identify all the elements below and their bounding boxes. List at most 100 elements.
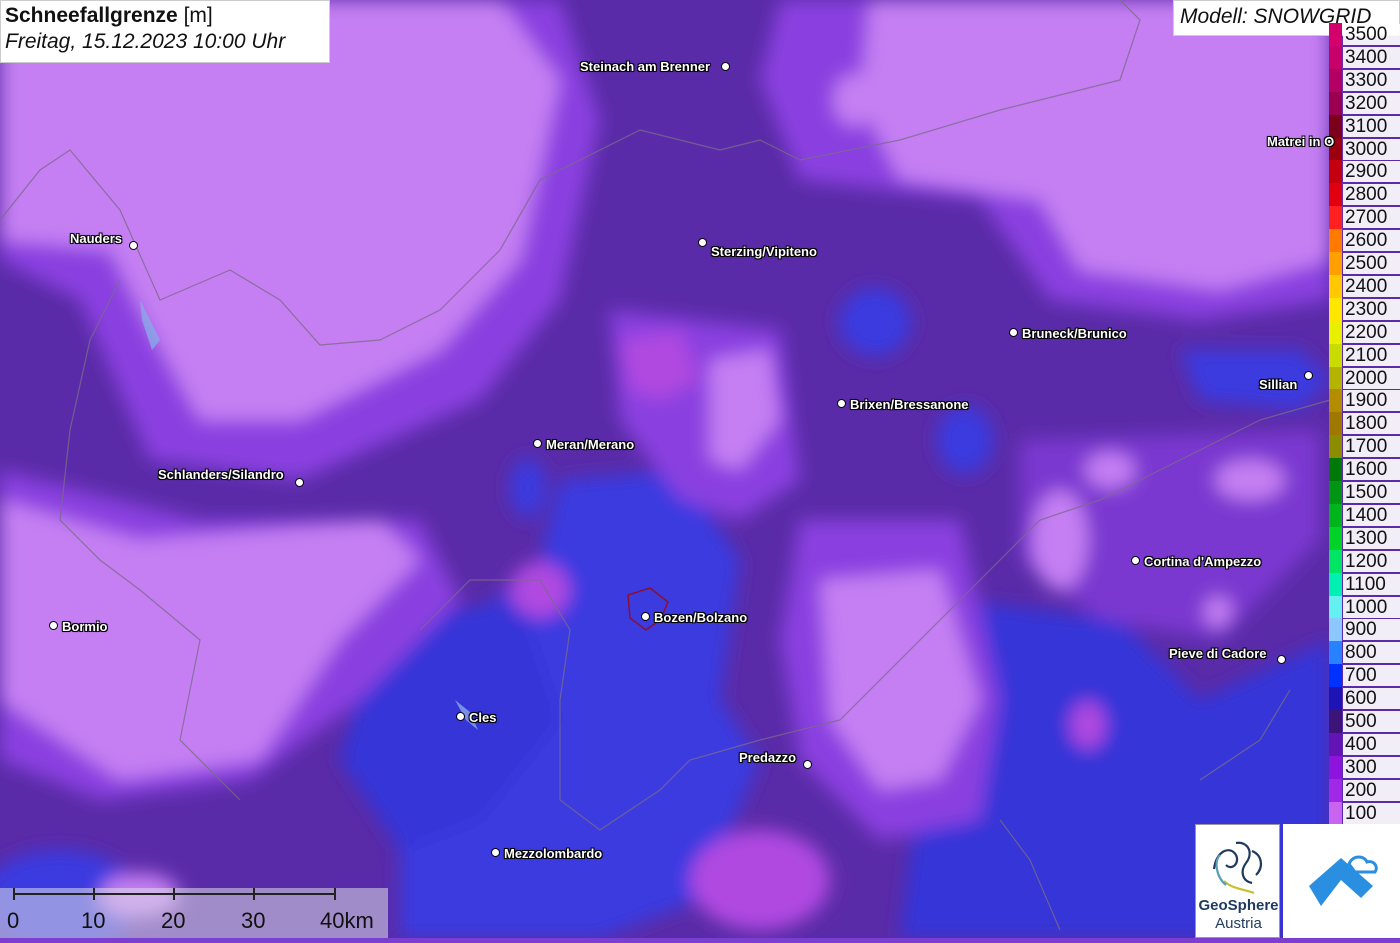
legend-label: 3300 — [1343, 69, 1400, 91]
legend-row: 1100 — [1329, 572, 1400, 596]
legend-swatch — [1329, 458, 1342, 482]
legend-label: 1400 — [1343, 504, 1400, 526]
legend-row: 3000 — [1329, 137, 1400, 161]
legend-row: 2700 — [1329, 206, 1400, 230]
legend-row: 500 — [1329, 710, 1400, 733]
city-marker[interactable] — [698, 238, 707, 247]
legend-swatch — [1329, 23, 1342, 46]
legend-swatch — [1329, 503, 1342, 527]
city-marker[interactable] — [129, 241, 138, 250]
legend-swatch — [1329, 618, 1342, 642]
city-label: Nauders — [70, 231, 123, 246]
legend-row: 2200 — [1329, 320, 1400, 344]
map-title: Schneefallgrenze [m] — [5, 4, 213, 27]
legend-label: 3400 — [1343, 46, 1400, 68]
city-label: Predazzo — [739, 750, 797, 765]
legend-row: 900 — [1329, 618, 1400, 642]
city-marker[interactable] — [721, 62, 730, 71]
legend-label: 1000 — [1343, 596, 1400, 618]
city-marker[interactable] — [641, 612, 650, 621]
city-label: Meran/Merano — [546, 437, 635, 452]
city-label: Pieve di Cadore — [1169, 646, 1267, 661]
legend-label: 300 — [1343, 756, 1400, 778]
city-marker[interactable] — [1277, 655, 1286, 664]
legend-row: 3500 — [1329, 23, 1400, 46]
legend-swatch — [1329, 755, 1342, 779]
legend-swatch — [1329, 572, 1342, 596]
city-marker[interactable] — [803, 760, 812, 769]
snowgrid-logo[interactable] — [1283, 824, 1400, 938]
legend-label: 2700 — [1343, 207, 1400, 229]
legend-row: 3100 — [1329, 114, 1400, 138]
legend-row: 1400 — [1329, 503, 1400, 527]
legend-label: 600 — [1343, 688, 1400, 710]
legend-swatch — [1329, 91, 1342, 115]
legend-row: 2300 — [1329, 297, 1400, 321]
legend-swatch — [1329, 45, 1342, 69]
city-label: Sillian — [1259, 377, 1298, 392]
legend-row: 700 — [1329, 664, 1400, 688]
legend-label: 3100 — [1343, 115, 1400, 137]
legend-row: 2000 — [1329, 366, 1400, 390]
arrow-cloud-icon — [1309, 855, 1378, 906]
legend-row: 300 — [1329, 755, 1400, 779]
legend-label: 2100 — [1343, 344, 1400, 366]
legend-label: 1600 — [1343, 459, 1400, 481]
city-marker[interactable] — [1009, 328, 1018, 337]
scale-label: 10 — [81, 908, 106, 933]
city-marker[interactable] — [1131, 556, 1140, 565]
legend-swatch — [1329, 412, 1342, 436]
legend-row: 200 — [1329, 778, 1400, 802]
legend-swatch — [1329, 206, 1342, 230]
scale-label: 0 — [7, 908, 20, 933]
legend-label: 1100 — [1343, 573, 1400, 595]
legend-row: 600 — [1329, 687, 1400, 711]
legend-row: 2400 — [1329, 274, 1400, 298]
legend-label: 2400 — [1343, 275, 1400, 297]
city-label: Sterzing/Vipiteno — [711, 244, 817, 259]
legend-swatch — [1329, 732, 1342, 756]
legend-row: 3400 — [1329, 45, 1400, 69]
geosphere-logo[interactable]: GeoSphere Austria — [1195, 824, 1280, 938]
legend-row: 1200 — [1329, 549, 1400, 573]
legend-row: 1000 — [1329, 595, 1400, 619]
legend-label: 800 — [1343, 642, 1400, 664]
city-marker[interactable] — [295, 478, 304, 487]
city-marker[interactable] — [49, 621, 58, 630]
legend-swatch — [1329, 389, 1342, 413]
legend-label: 2600 — [1343, 230, 1400, 252]
legend-label: 1700 — [1343, 436, 1400, 458]
city-marker[interactable] — [533, 439, 542, 448]
legend-row: 3200 — [1329, 91, 1400, 115]
legend-label: 3000 — [1343, 138, 1400, 160]
city-label: Schlanders/Silandro — [158, 467, 284, 482]
legend-swatch — [1329, 229, 1342, 253]
city-label: Bozen/Bolzano — [654, 610, 748, 625]
legend-swatch — [1329, 801, 1342, 825]
legend-swatch — [1329, 343, 1342, 367]
legend-swatch — [1329, 710, 1342, 733]
scale-label: 20 — [161, 908, 186, 933]
legend-row: 2600 — [1329, 229, 1400, 253]
legend-label: 200 — [1343, 779, 1400, 801]
legend-swatch — [1329, 68, 1342, 92]
legend-swatch — [1329, 664, 1342, 688]
legend-row: 2500 — [1329, 252, 1400, 275]
scale-label: 40km — [320, 908, 374, 933]
legend-swatch — [1329, 481, 1342, 504]
city-marker[interactable] — [491, 848, 500, 857]
legend-label: 2300 — [1343, 298, 1400, 320]
legend-swatch — [1329, 526, 1342, 550]
legend-swatch — [1329, 320, 1342, 344]
legend-row: 400 — [1329, 732, 1400, 756]
city-label: Matrei in O — [1267, 134, 1335, 149]
map-title-panel: Schneefallgrenze [m] Freitag, 15.12.2023… — [0, 0, 330, 63]
legend-swatch — [1329, 687, 1342, 711]
legend-row: 2800 — [1329, 183, 1400, 207]
city-marker[interactable] — [456, 712, 465, 721]
legend-label: 100 — [1343, 802, 1400, 824]
city-marker[interactable] — [837, 399, 846, 408]
legend-label: 2900 — [1343, 161, 1400, 183]
city-marker[interactable] — [1304, 371, 1313, 380]
legend-row: 1500 — [1329, 481, 1400, 504]
